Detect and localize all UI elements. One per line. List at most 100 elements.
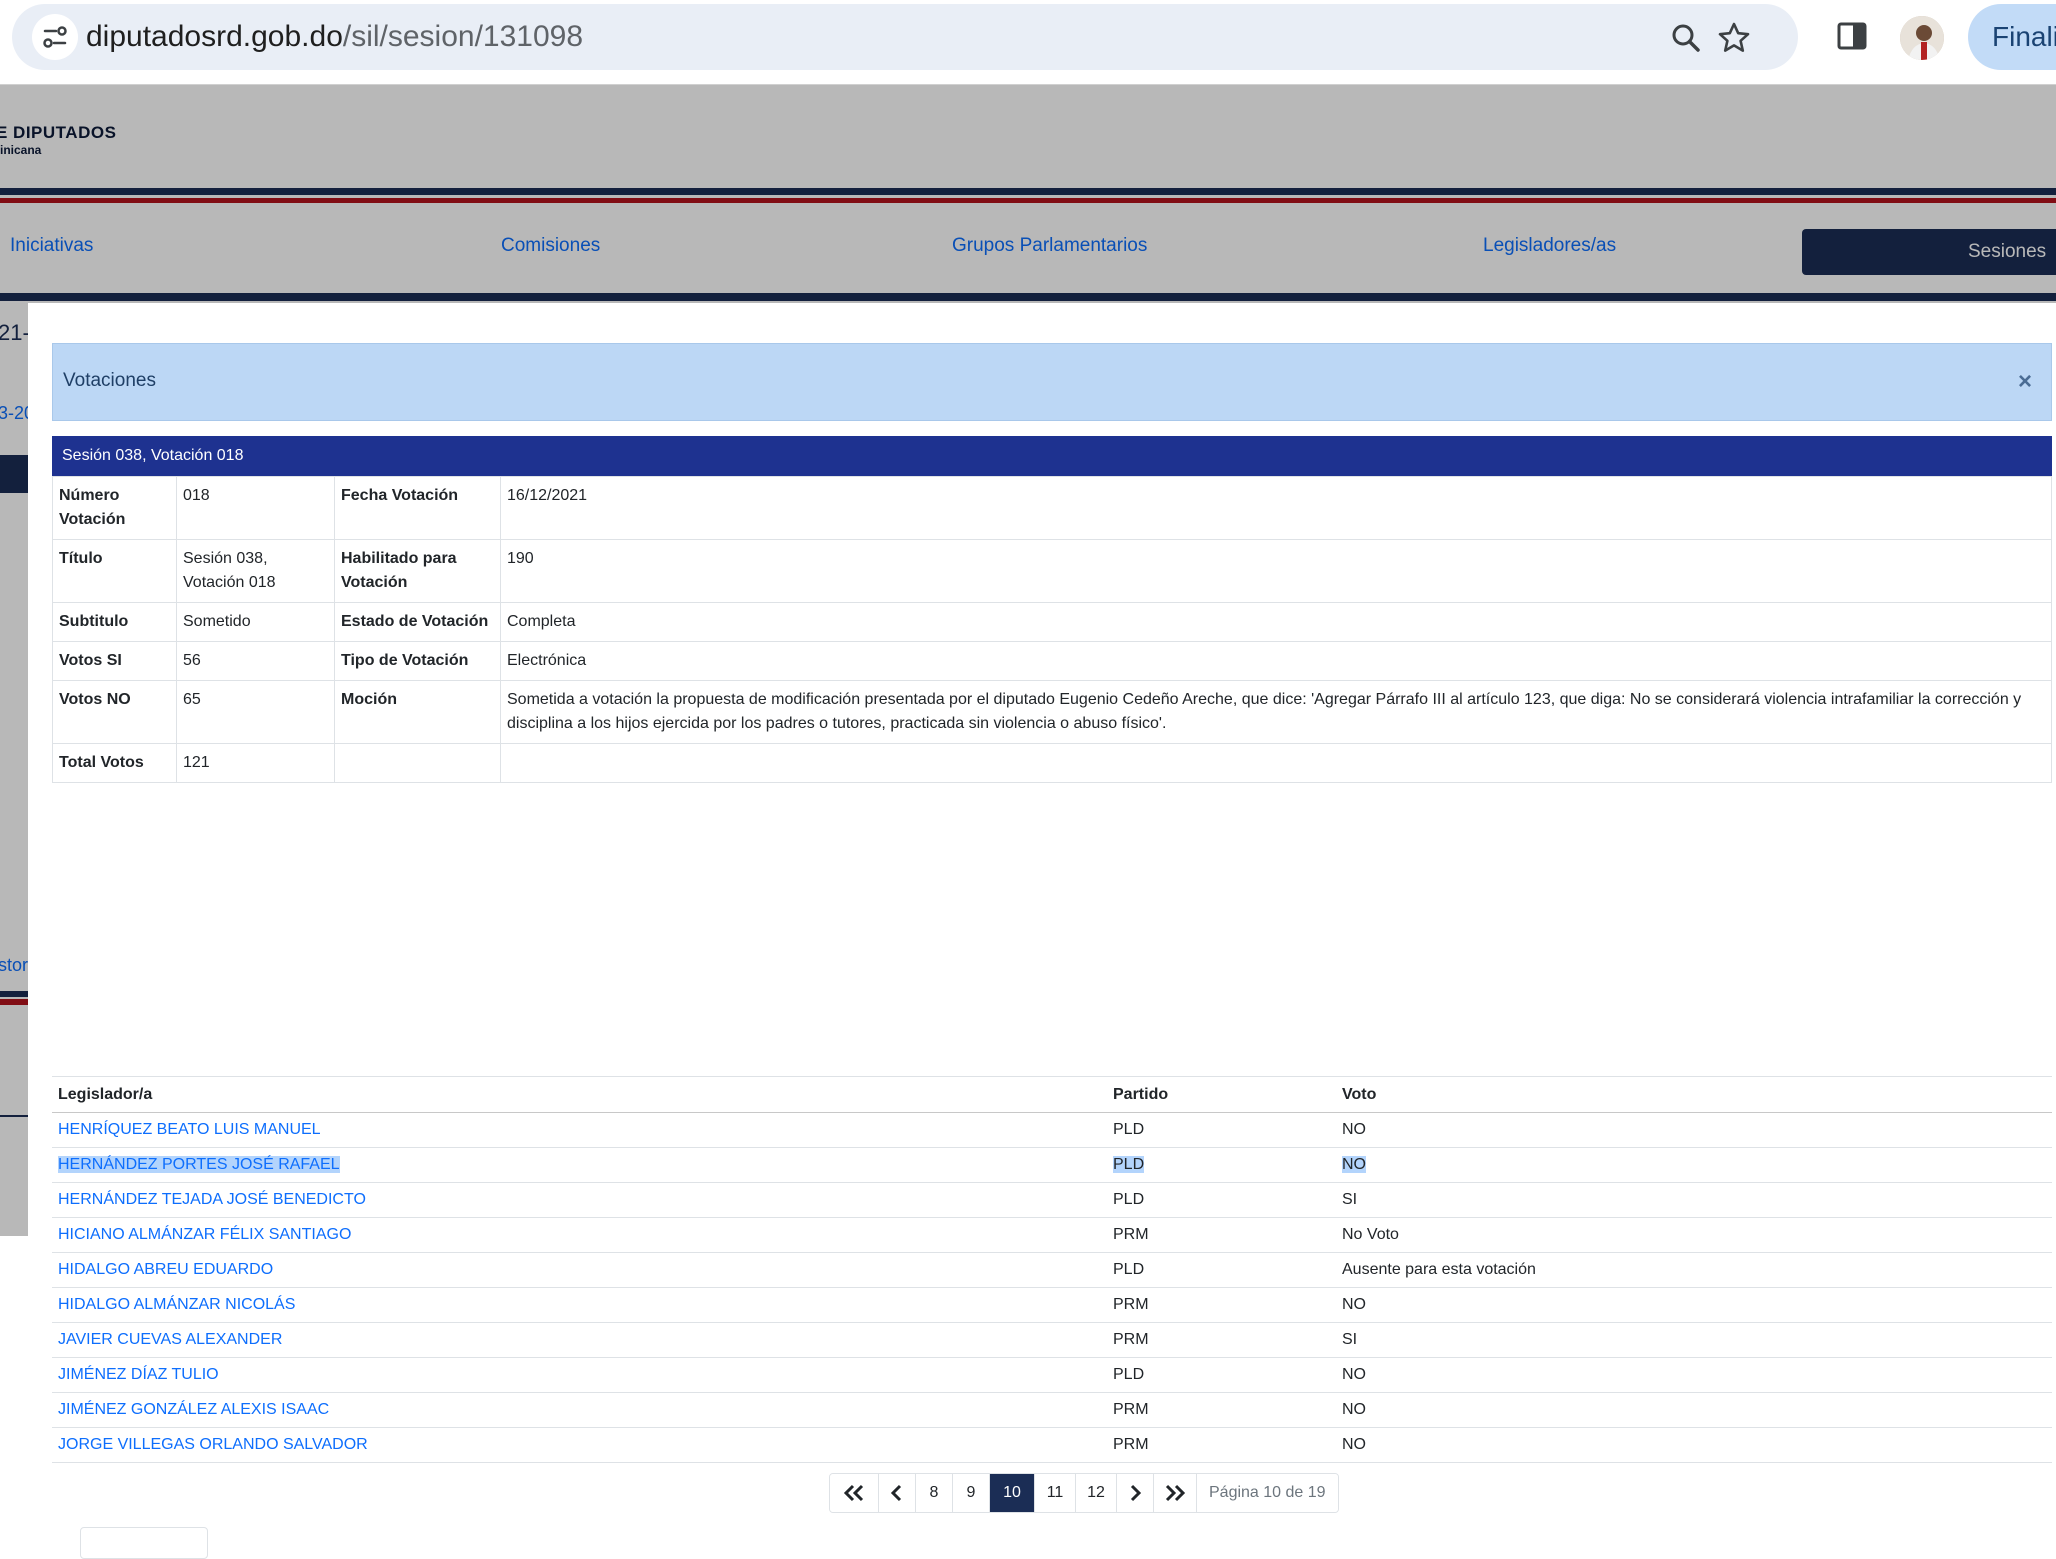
- table-row: JORGE VILLEGAS ORLANDO SALVADOR PRM NO: [52, 1427, 2052, 1463]
- party-cell: PLD: [1107, 1357, 1336, 1393]
- page-12-button[interactable]: 12: [1076, 1474, 1117, 1512]
- vote-cell: SI: [1336, 1322, 2052, 1358]
- vote-cell: NO: [1336, 1112, 2052, 1148]
- subtitulo-value: Sometido: [176, 602, 335, 642]
- mocion-value: Sometida a votación la propuesta de modi…: [500, 680, 2052, 744]
- url-path: /sil/sesion/131098: [342, 20, 584, 53]
- last-page-icon[interactable]: [1154, 1474, 1197, 1512]
- tipo-label: Tipo de Votación: [334, 641, 501, 681]
- details-row: Subtitulo Sometido Estado de Votación Co…: [52, 602, 2052, 642]
- page-11-button[interactable]: 11: [1035, 1474, 1076, 1512]
- party-cell: PLD: [1107, 1182, 1336, 1218]
- fecha-label: Fecha Votación: [334, 476, 501, 540]
- details-row: Votos SI 56 Tipo de Votación Electrónica: [52, 641, 2052, 681]
- table-row: JIMÉNEZ GONZÁLEZ ALEXIS ISAAC PRM NO: [52, 1392, 2052, 1428]
- total-value: 121: [176, 743, 335, 783]
- vote-cell: NO: [1336, 1392, 2052, 1428]
- table-row: JAVIER CUEVAS ALEXANDER PRM SI: [52, 1322, 2052, 1358]
- session-bar: Sesión 038, Votación 018: [52, 436, 2052, 476]
- next-page-icon[interactable]: [1117, 1474, 1154, 1512]
- fecha-value: 16/12/2021: [500, 476, 2052, 540]
- vote-cell: SI: [1336, 1182, 2052, 1218]
- table-row: JIMÉNEZ DÍAZ TULIO PLD NO: [52, 1357, 2052, 1393]
- pagination: 8 9 10 11 12 Página 10 de 19: [829, 1473, 1339, 1513]
- mocion-label: Moción: [334, 680, 501, 744]
- page-info: Página 10 de 19: [1197, 1474, 1338, 1512]
- address-bar[interactable]: diputadosrd.gob.do/sil/sesion/131098: [12, 4, 1798, 70]
- legislator-link[interactable]: HICIANO ALMÁNZAR FÉLIX SANTIAGO: [58, 1226, 351, 1243]
- url-domain: diputadosrd.gob.do: [86, 20, 343, 53]
- table-row: HENRÍQUEZ BEATO LUIS MANUEL PLD NO: [52, 1112, 2052, 1148]
- page-9-button[interactable]: 9: [953, 1474, 990, 1512]
- header-legislador: Legislador/a: [52, 1076, 1107, 1113]
- party-cell: PRM: [1107, 1287, 1336, 1323]
- habilitado-value: 190: [500, 539, 2052, 603]
- votos-si-label: Votos SI: [52, 641, 177, 681]
- legislator-link[interactable]: HERNÁNDEZ PORTES JOSÉ RAFAEL: [58, 1156, 340, 1173]
- vote-details-table: Número Votación 018 Fecha Votación 16/12…: [52, 476, 2052, 783]
- url-text[interactable]: diputadosrd.gob.do/sil/sesion/131098: [86, 17, 583, 57]
- modal-footer-button[interactable]: [80, 1527, 208, 1559]
- tipo-value: Electrónica: [500, 641, 2052, 681]
- party-cell: PLD: [1107, 1252, 1336, 1288]
- legislator-link[interactable]: HIDALGO ABREU EDUARDO: [58, 1261, 273, 1278]
- legislator-link[interactable]: JIMÉNEZ DÍAZ TULIO: [58, 1366, 219, 1383]
- titulo-value: Sesión 038, Votación 018: [176, 539, 335, 603]
- table-row: HICIANO ALMÁNZAR FÉLIX SANTIAGO PRM No V…: [52, 1217, 2052, 1253]
- vote-cell: NO: [1336, 1287, 2052, 1323]
- table-row: HIDALGO ABREU EDUARDO PLD Ausente para e…: [52, 1252, 2052, 1288]
- estado-label: Estado de Votación: [334, 602, 501, 642]
- estado-value: Completa: [500, 602, 2052, 642]
- legislator-link[interactable]: JIMÉNEZ GONZÁLEZ ALEXIS ISAAC: [58, 1401, 329, 1418]
- details-row: Título Sesión 038, Votación 018 Habilita…: [52, 539, 2052, 603]
- page-10-button[interactable]: 10: [990, 1474, 1035, 1512]
- header-voto: Voto: [1336, 1076, 2052, 1113]
- table-row: HERNÁNDEZ PORTES JOSÉ RAFAEL PLD NO: [52, 1147, 2052, 1183]
- table-row: HIDALGO ALMÁNZAR NICOLÁS PRM NO: [52, 1287, 2052, 1323]
- prev-page-icon[interactable]: [879, 1474, 916, 1512]
- total-label: Total Votos: [52, 743, 177, 783]
- details-row: Votos NO 65 Moción Sometida a votación l…: [52, 680, 2052, 744]
- legislator-link[interactable]: HENRÍQUEZ BEATO LUIS MANUEL: [58, 1121, 321, 1138]
- party-cell: PLD: [1107, 1112, 1336, 1148]
- numero-label: Número Votación: [52, 476, 177, 540]
- votos-no-label: Votos NO: [52, 680, 177, 744]
- habilitado-label: Habilitado para Votación: [334, 539, 501, 603]
- legislator-link[interactable]: JORGE VILLEGAS ORLANDO SALVADOR: [58, 1436, 368, 1453]
- subtitulo-label: Subtitulo: [52, 602, 177, 642]
- vote-cell: NO: [1342, 1156, 1366, 1173]
- empty-cell: [500, 743, 2052, 783]
- vote-cell: Ausente para esta votación: [1336, 1252, 2052, 1288]
- vote-cell: No Voto: [1336, 1217, 2052, 1253]
- details-row: Total Votos 121: [52, 743, 2052, 783]
- titulo-label: Título: [52, 539, 177, 603]
- party-cell: PRM: [1107, 1392, 1336, 1428]
- party-cell: PRM: [1107, 1217, 1336, 1253]
- star-bookmark-icon[interactable]: [1714, 18, 1754, 58]
- party-cell: PRM: [1107, 1427, 1336, 1463]
- page-8-button[interactable]: 8: [916, 1474, 953, 1512]
- votos-si-value: 56: [176, 641, 335, 681]
- legislator-link[interactable]: HERNÁNDEZ TEJADA JOSÉ BENEDICTO: [58, 1191, 366, 1208]
- vote-cell: NO: [1336, 1357, 2052, 1393]
- vote-cell: NO: [1336, 1427, 2052, 1463]
- party-cell: PRM: [1107, 1322, 1336, 1358]
- first-page-icon[interactable]: [830, 1474, 879, 1512]
- empty-cell: [334, 743, 501, 783]
- votes-table: Legislador/a Partido Voto HENRÍQUEZ BEAT…: [52, 1076, 2052, 1463]
- side-panel-icon[interactable]: [1832, 16, 1872, 56]
- table-row: HERNÁNDEZ TEJADA JOSÉ BENEDICTO PLD SI: [52, 1182, 2052, 1218]
- legislator-link[interactable]: HIDALGO ALMÁNZAR NICOLÁS: [58, 1296, 295, 1313]
- finish-setup-button[interactable]: Finali: [1968, 4, 2056, 70]
- votes-header-row: Legislador/a Partido Voto: [52, 1076, 2052, 1113]
- votos-no-value: 65: [176, 680, 335, 744]
- zoom-icon[interactable]: [1666, 18, 1706, 58]
- details-row: Número Votación 018 Fecha Votación 16/12…: [52, 476, 2052, 540]
- profile-avatar[interactable]: [1900, 16, 1944, 60]
- votaciones-modal: Votaciones × Sesión 038, Votación 018 Nú…: [28, 303, 2056, 1559]
- browser-toolbar: diputadosrd.gob.do/sil/sesion/131098 Fin…: [0, 0, 2056, 85]
- legislator-link[interactable]: JAVIER CUEVAS ALEXANDER: [58, 1331, 282, 1348]
- site-info-icon[interactable]: [32, 14, 78, 60]
- close-icon[interactable]: ×: [2007, 364, 2043, 400]
- modal-header: Votaciones ×: [52, 343, 2052, 421]
